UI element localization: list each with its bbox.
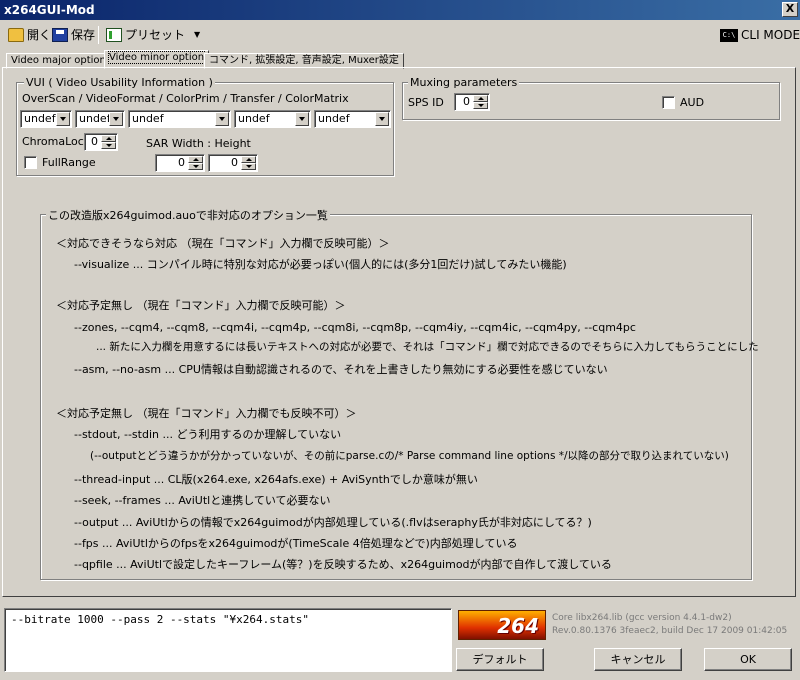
muxing-group-title: Muxing parameters: [408, 76, 520, 89]
spin-up-icon[interactable]: [241, 156, 256, 163]
ok-button[interactable]: OK: [704, 648, 792, 671]
revision-info: Rev.0.80.1376 3feaec2, build Dec 17 2009…: [552, 626, 788, 636]
spin-down-icon[interactable]: [101, 142, 116, 149]
fullrange-label: FullRange: [42, 156, 96, 169]
transfer-select[interactable]: undef: [234, 110, 311, 128]
save-button[interactable]: 保存: [48, 24, 99, 46]
info-line: --seek, --frames ... AviUtlと連携していて必要ない: [74, 494, 331, 507]
unsupported-options-title: この改造版x264guimod.auoで非対応のオプション一覧: [46, 207, 330, 223]
vui-group-title: VUI ( Video Usability Information ): [24, 76, 215, 89]
fullrange-checkbox[interactable]: [24, 156, 37, 169]
sps-id-spinner[interactable]: 0: [454, 93, 490, 111]
spin-up-icon[interactable]: [473, 95, 488, 102]
spin-up-icon[interactable]: [101, 135, 116, 142]
chevron-down-icon: [215, 112, 229, 126]
colormatrix-select[interactable]: undef: [314, 110, 391, 128]
chevron-down-icon: [109, 112, 123, 126]
colorprim-select[interactable]: undef: [128, 110, 231, 128]
command-textarea[interactable]: --bitrate 1000 --pass 2 --stats "¥x264.s…: [4, 608, 452, 672]
x264-logo: 264: [458, 610, 546, 640]
info-line: --thread-input ... CL版(x264.exe, x264afs…: [74, 473, 478, 486]
folder-icon: [8, 28, 24, 42]
title-bar[interactable]: x264GUI-Mod: [0, 0, 800, 20]
chevron-down-icon: [375, 112, 389, 126]
spin-up-icon[interactable]: [188, 156, 203, 163]
window-title: x264GUI-Mod: [4, 3, 95, 17]
save-icon: [52, 28, 68, 42]
default-button[interactable]: デフォルト: [456, 648, 544, 671]
info-line: --stdout, --stdin ... どう利用するのか理解していない: [74, 428, 342, 441]
spin-down-icon[interactable]: [188, 163, 203, 170]
cli-mode-button[interactable]: C:\ CLI MODE: [716, 24, 800, 46]
preset-button[interactable]: プリセット ▼: [102, 24, 204, 46]
core-version: Core libx264.lib (gcc version 4.4.1-dw2): [552, 613, 732, 623]
chevron-down-icon: [295, 112, 309, 126]
spin-down-icon[interactable]: [241, 163, 256, 170]
info-line: --output ... AviUtlからの情報でx264guimodが内部処理…: [74, 516, 592, 529]
info-line: ... 新たに入力欄を用意するには長いテキストへの対応が必要で、それは「コマンド…: [96, 341, 759, 353]
info-line: (--outputとどう違うかが分かっていないが、その前にparse.cの/* …: [90, 450, 729, 462]
info-heading: ＜対応できそうなら対応 （現在「コマンド」入力欄で反映可能）＞: [56, 237, 390, 250]
sar-height-spinner[interactable]: 0: [208, 154, 258, 172]
sps-id-label: SPS ID: [408, 96, 444, 109]
vui-combo-label: OverScan / VideoFormat / ColorPrim / Tra…: [22, 92, 349, 105]
info-heading: ＜対応予定無し （現在「コマンド」入力欄で反映可能）＞: [56, 299, 346, 312]
info-heading: ＜対応予定無し （現在「コマンド」入力欄でも反映不可）＞: [56, 407, 357, 420]
preset-icon: [106, 28, 122, 42]
chromaloc-label: ChromaLoc: [22, 135, 84, 148]
close-button[interactable]: X: [782, 2, 798, 17]
info-line: --visualize ... コンパイル時に特別な対応が必要っぽい(個人的には…: [74, 258, 567, 271]
videoformat-select[interactable]: undef: [75, 110, 125, 128]
aud-label: AUD: [680, 96, 705, 109]
cli-icon: C:\: [720, 28, 738, 42]
chromaloc-spinner[interactable]: 0: [84, 133, 118, 151]
cancel-button[interactable]: キャンセル: [594, 648, 682, 671]
info-line: --zones, --cqm4, --cqm8, --cqm4i, --cqm4…: [74, 321, 636, 334]
sar-label: SAR Width : Height: [146, 137, 251, 150]
aud-checkbox[interactable]: [662, 96, 675, 109]
chevron-down-icon: [56, 112, 70, 126]
chevron-down-icon: ▼: [194, 30, 201, 39]
info-line: --qpfile ... AviUtlで設定したキーフレーム(等？)を反映するた…: [74, 558, 612, 571]
info-line: --asm, --no-asm ... CPU情報は自動認識されるので、それを上…: [74, 363, 608, 376]
toolbar-separator: [98, 26, 99, 44]
sar-width-spinner[interactable]: 0: [155, 154, 205, 172]
overscan-select[interactable]: undef: [20, 110, 72, 128]
info-line: --fps ... AviUtlからのfpsをx264guimodが(TimeS…: [74, 537, 518, 550]
spin-down-icon[interactable]: [473, 102, 488, 109]
